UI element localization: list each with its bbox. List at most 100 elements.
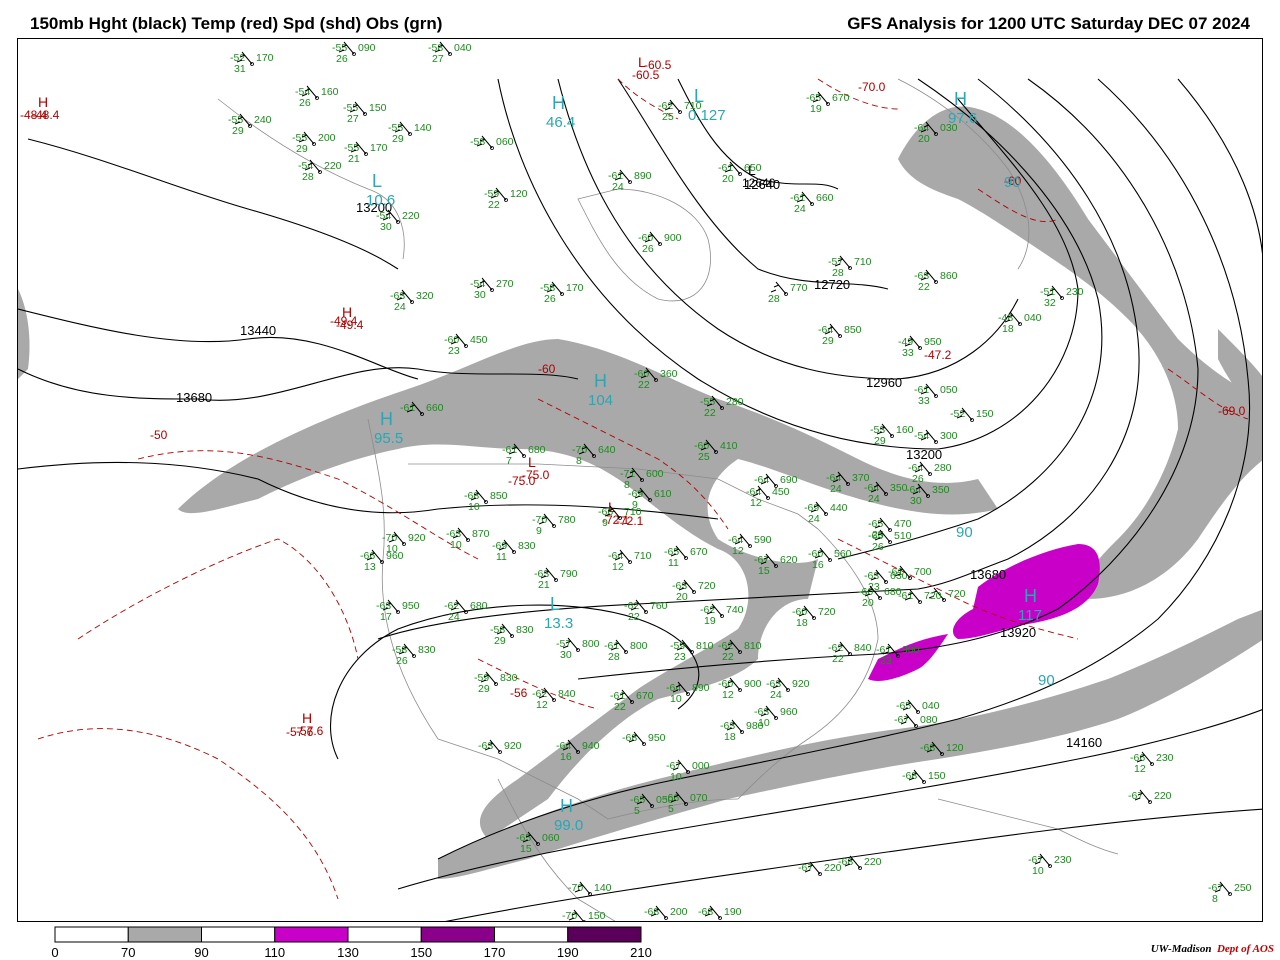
station-obs: -55 14029	[388, 121, 432, 145]
obs-height: 950	[402, 600, 420, 612]
obs-dewpoint-depression: 22	[638, 379, 650, 391]
station-obs: -61 05033	[914, 383, 958, 407]
obs-height: 560	[834, 548, 852, 560]
obs-dewpoint-depression: 20	[862, 597, 874, 609]
station-obs: -63 86022	[914, 269, 958, 293]
obs-height: 890	[634, 170, 652, 182]
obs-dewpoint-depression: 10	[670, 693, 682, 705]
obs-height: 140	[414, 122, 432, 134]
obs-dewpoint-depression: 22	[832, 653, 844, 665]
obs-dewpoint-depression: 24	[770, 689, 782, 701]
station-obs: -58 17026	[540, 281, 584, 305]
obs-height: 050	[940, 384, 958, 396]
colorbar-tick-label: 90	[194, 945, 209, 960]
obs-height: 850	[844, 324, 862, 336]
station-obs: -64 71012	[608, 549, 652, 573]
obs-height: 090	[358, 42, 376, 54]
center-value: 12640	[742, 176, 776, 190]
obs-dewpoint-depression: 21	[348, 153, 360, 165]
obs-dewpoint-depression: 29	[494, 635, 506, 647]
obs-dewpoint-depression: 29	[478, 683, 490, 695]
weather-map: 13200 13440 13680 12640 12720 12960 13200 13680…	[17, 38, 1263, 922]
obs-height: 850	[490, 490, 508, 502]
obs-dewpoint-depression: 33	[918, 395, 930, 407]
temperature-contour-label: -56	[510, 686, 528, 700]
obs-dewpoint-depression: 17	[380, 611, 392, 623]
obs-dewpoint-depression: 12	[536, 699, 548, 711]
obs-height: 940	[582, 740, 600, 752]
colorbar-swatch	[494, 926, 569, 943]
obs-height: 280	[726, 396, 744, 408]
obs-height: 680	[470, 600, 488, 612]
colorbar-tick-label: 150	[410, 945, 433, 960]
station-obs: -70 150	[562, 909, 606, 922]
obs-dewpoint-depression: 22	[704, 407, 716, 419]
center-value: 117	[1018, 607, 1042, 624]
station-obs: -68 190	[698, 905, 742, 920]
obs-height: 200	[670, 906, 688, 918]
obs-dewpoint-depression: 27	[432, 53, 444, 65]
obs-height: 150	[369, 102, 387, 114]
shade-west-edge	[18, 289, 30, 379]
obs-dewpoint-depression: 25	[698, 451, 710, 463]
station-obs: -63 95017	[376, 599, 420, 623]
station-obs: -58 060	[470, 135, 514, 150]
obs-dewpoint-depression: 20	[676, 591, 688, 603]
obs-dewpoint-depression: 12	[1134, 763, 1146, 775]
height-contour-label: 12720	[814, 277, 850, 292]
station-obs: -62 74019	[700, 603, 744, 627]
obs-dewpoint-depression: 23	[674, 651, 686, 663]
obs-dewpoint-depression: 9	[602, 517, 608, 529]
obs-height: 450	[772, 486, 790, 498]
obs-dewpoint-depression: 5	[634, 805, 640, 817]
obs-dewpoint-depression: 32	[1044, 297, 1056, 309]
temp-contour-2	[77, 538, 359, 660]
center-value: 104	[588, 392, 613, 409]
colorbar-tick-label: 170	[483, 945, 506, 960]
contour-13200-west	[27, 138, 399, 270]
obs-height: 830	[516, 624, 534, 636]
height-contour-label: 13920	[1000, 625, 1036, 640]
obs-height: 660	[426, 402, 444, 414]
obs-dewpoint-depression: 5	[668, 803, 674, 815]
obs-height: 150	[588, 910, 606, 922]
obs-dewpoint-depression: 24	[394, 301, 406, 313]
center-value: -60.5	[632, 68, 660, 82]
speed-contour-label: 90	[1004, 174, 1021, 191]
station-obs: -54 16026	[295, 85, 339, 109]
obs-height: 780	[558, 514, 576, 526]
obs-height: 710	[624, 506, 642, 518]
center-symbol: H	[560, 796, 573, 816]
obs-height: 450	[470, 334, 488, 346]
obs-height: 900	[902, 644, 920, 656]
obs-dewpoint-depression: 22	[722, 651, 734, 663]
obs-dewpoint-depression: 23	[448, 345, 460, 357]
colorbar-swatch	[347, 926, 422, 943]
obs-height: 890	[692, 682, 710, 694]
obs-dewpoint-depression: 11	[496, 551, 507, 563]
station-obs: -69 44024	[804, 501, 848, 525]
obs-height: 770	[790, 282, 808, 294]
station-obs: -61 720	[898, 589, 942, 604]
obs-height: 190	[724, 906, 742, 918]
obs-height: 120	[510, 188, 528, 200]
obs-height: 720	[948, 588, 966, 600]
obs-height: 960	[386, 550, 404, 562]
obs-dewpoint-depression: 24	[448, 611, 460, 623]
coastline-west	[367, 418, 439, 740]
obs-height: 270	[496, 278, 514, 290]
obs-height: 670	[832, 92, 850, 104]
obs-height: 840	[854, 642, 872, 654]
obs-height: 650	[744, 162, 762, 174]
colorbar-tick-label: 110	[264, 945, 286, 960]
obs-dewpoint-depression: 15	[758, 565, 770, 577]
center-symbol: H	[954, 89, 967, 109]
obs-dewpoint-depression: 19	[810, 103, 822, 115]
obs-height: 320	[416, 290, 434, 302]
colorbar-swatch	[567, 926, 642, 943]
obs-height: 800	[630, 640, 648, 652]
obs-dewpoint-depression: 8	[1212, 893, 1218, 905]
colorbar-swatch	[54, 926, 129, 943]
station-obs: -67 220	[798, 861, 842, 876]
obs-height: 690	[780, 474, 798, 486]
